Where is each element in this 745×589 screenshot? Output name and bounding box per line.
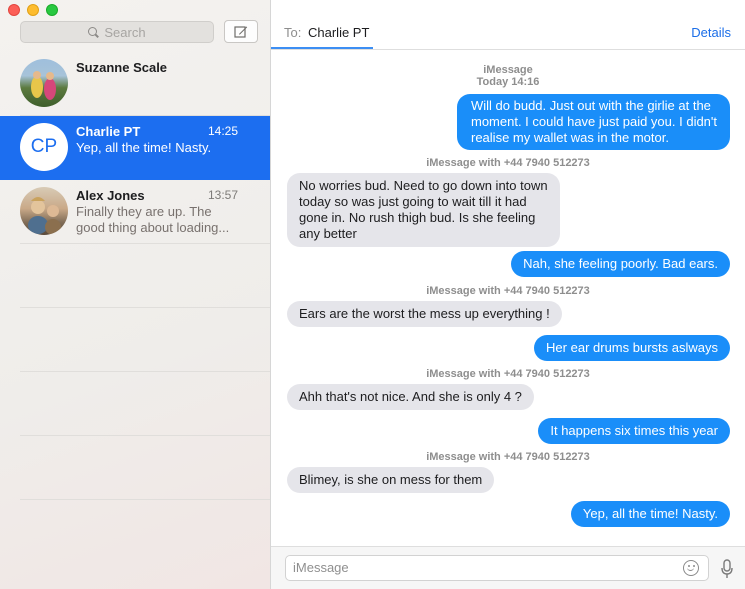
conversation-item-charlie-pt[interactable]: CP Charlie PT 14:25 Yep, all the time! N… xyxy=(0,116,270,180)
avatar: CP xyxy=(20,123,68,171)
search-icon xyxy=(88,26,99,38)
message-meta: iMessage Today 14:16 xyxy=(271,64,745,88)
message-meta: iMessage with +44 7940 512273 xyxy=(426,368,590,380)
minimize-icon[interactable] xyxy=(27,4,39,16)
timestamp: Today 14:16 xyxy=(476,76,540,88)
service-label: iMessage xyxy=(483,64,533,76)
message-bubble-sent[interactable]: Will do budd. Just out with the girlie a… xyxy=(457,94,730,150)
avatar-initials: CP xyxy=(30,136,58,157)
conversation-name: Suzanne Scale xyxy=(76,60,168,75)
conversation-preview: Finally they are up. The good thing abou… xyxy=(76,204,230,235)
conversation-preview: Yep, all the time! Nasty. xyxy=(76,140,212,155)
message-bubble-received[interactable]: No worries bud. Need to go down into tow… xyxy=(287,173,560,247)
avatar xyxy=(20,187,68,235)
message-bubble-sent[interactable]: It happens six times this year xyxy=(538,418,730,444)
search-placeholder: Search xyxy=(104,24,146,40)
message-meta: iMessage with +44 7940 512273 xyxy=(426,451,590,463)
message-input[interactable] xyxy=(293,560,673,575)
recipient-name[interactable]: Charlie PT xyxy=(308,25,369,40)
divider xyxy=(20,499,270,500)
emoji-icon[interactable] xyxy=(683,560,699,576)
divider xyxy=(20,371,270,372)
conversation-time: 13:57 xyxy=(207,188,238,202)
avatar-photo xyxy=(28,197,61,235)
composer-bar xyxy=(271,546,745,589)
recipient-field-underline xyxy=(271,47,373,49)
conversation-name: Charlie PT xyxy=(76,124,141,139)
close-icon[interactable] xyxy=(8,4,20,16)
message-bubble-received[interactable]: Blimey, is she on mess for them xyxy=(287,467,495,493)
message-bubble-received[interactable]: Ears are the worst the mess up everythin… xyxy=(287,301,562,327)
conversation-time: 14:25 xyxy=(207,124,238,138)
avatar xyxy=(20,59,68,107)
divider xyxy=(20,435,270,436)
divider xyxy=(20,243,270,244)
chat-header: To: Charlie PT Details xyxy=(271,0,745,50)
message-bubble-sent[interactable]: Yep, all the time! Nasty. xyxy=(570,501,730,527)
microphone-icon[interactable] xyxy=(720,559,734,579)
compose-icon xyxy=(234,25,248,38)
conversation-item-suzanne-scale[interactable]: Suzanne Scale xyxy=(0,52,270,116)
compose-button[interactable] xyxy=(224,20,258,43)
details-button[interactable]: Details xyxy=(691,25,731,40)
avatar-photo xyxy=(31,71,56,100)
conversation-sidebar: Search Suzanne Scale CP Charlie PT 14:25… xyxy=(0,0,271,589)
window-controls xyxy=(8,4,58,16)
message-bubble-sent[interactable]: Her ear drums bursts aslways xyxy=(534,335,730,361)
maximize-icon[interactable] xyxy=(46,4,58,16)
to-label: To: xyxy=(284,25,302,40)
conversation-item-alex-jones[interactable]: Alex Jones 13:57 Finally they are up. Th… xyxy=(0,180,270,244)
message-thread: iMessage Today 14:16 Will do budd. Just … xyxy=(271,51,745,546)
message-meta: iMessage with +44 7940 512273 xyxy=(426,285,590,297)
divider xyxy=(20,307,270,308)
message-input-container xyxy=(285,555,709,581)
message-bubble-received[interactable]: Ahh that's not nice. And she is only 4 ? xyxy=(287,384,534,410)
message-bubble-sent[interactable]: Nah, she feeling poorly. Bad ears. xyxy=(511,251,730,277)
conversation-name: Alex Jones xyxy=(76,188,145,203)
search-field[interactable]: Search xyxy=(20,21,214,43)
message-meta: iMessage with +44 7940 512273 xyxy=(426,157,590,169)
